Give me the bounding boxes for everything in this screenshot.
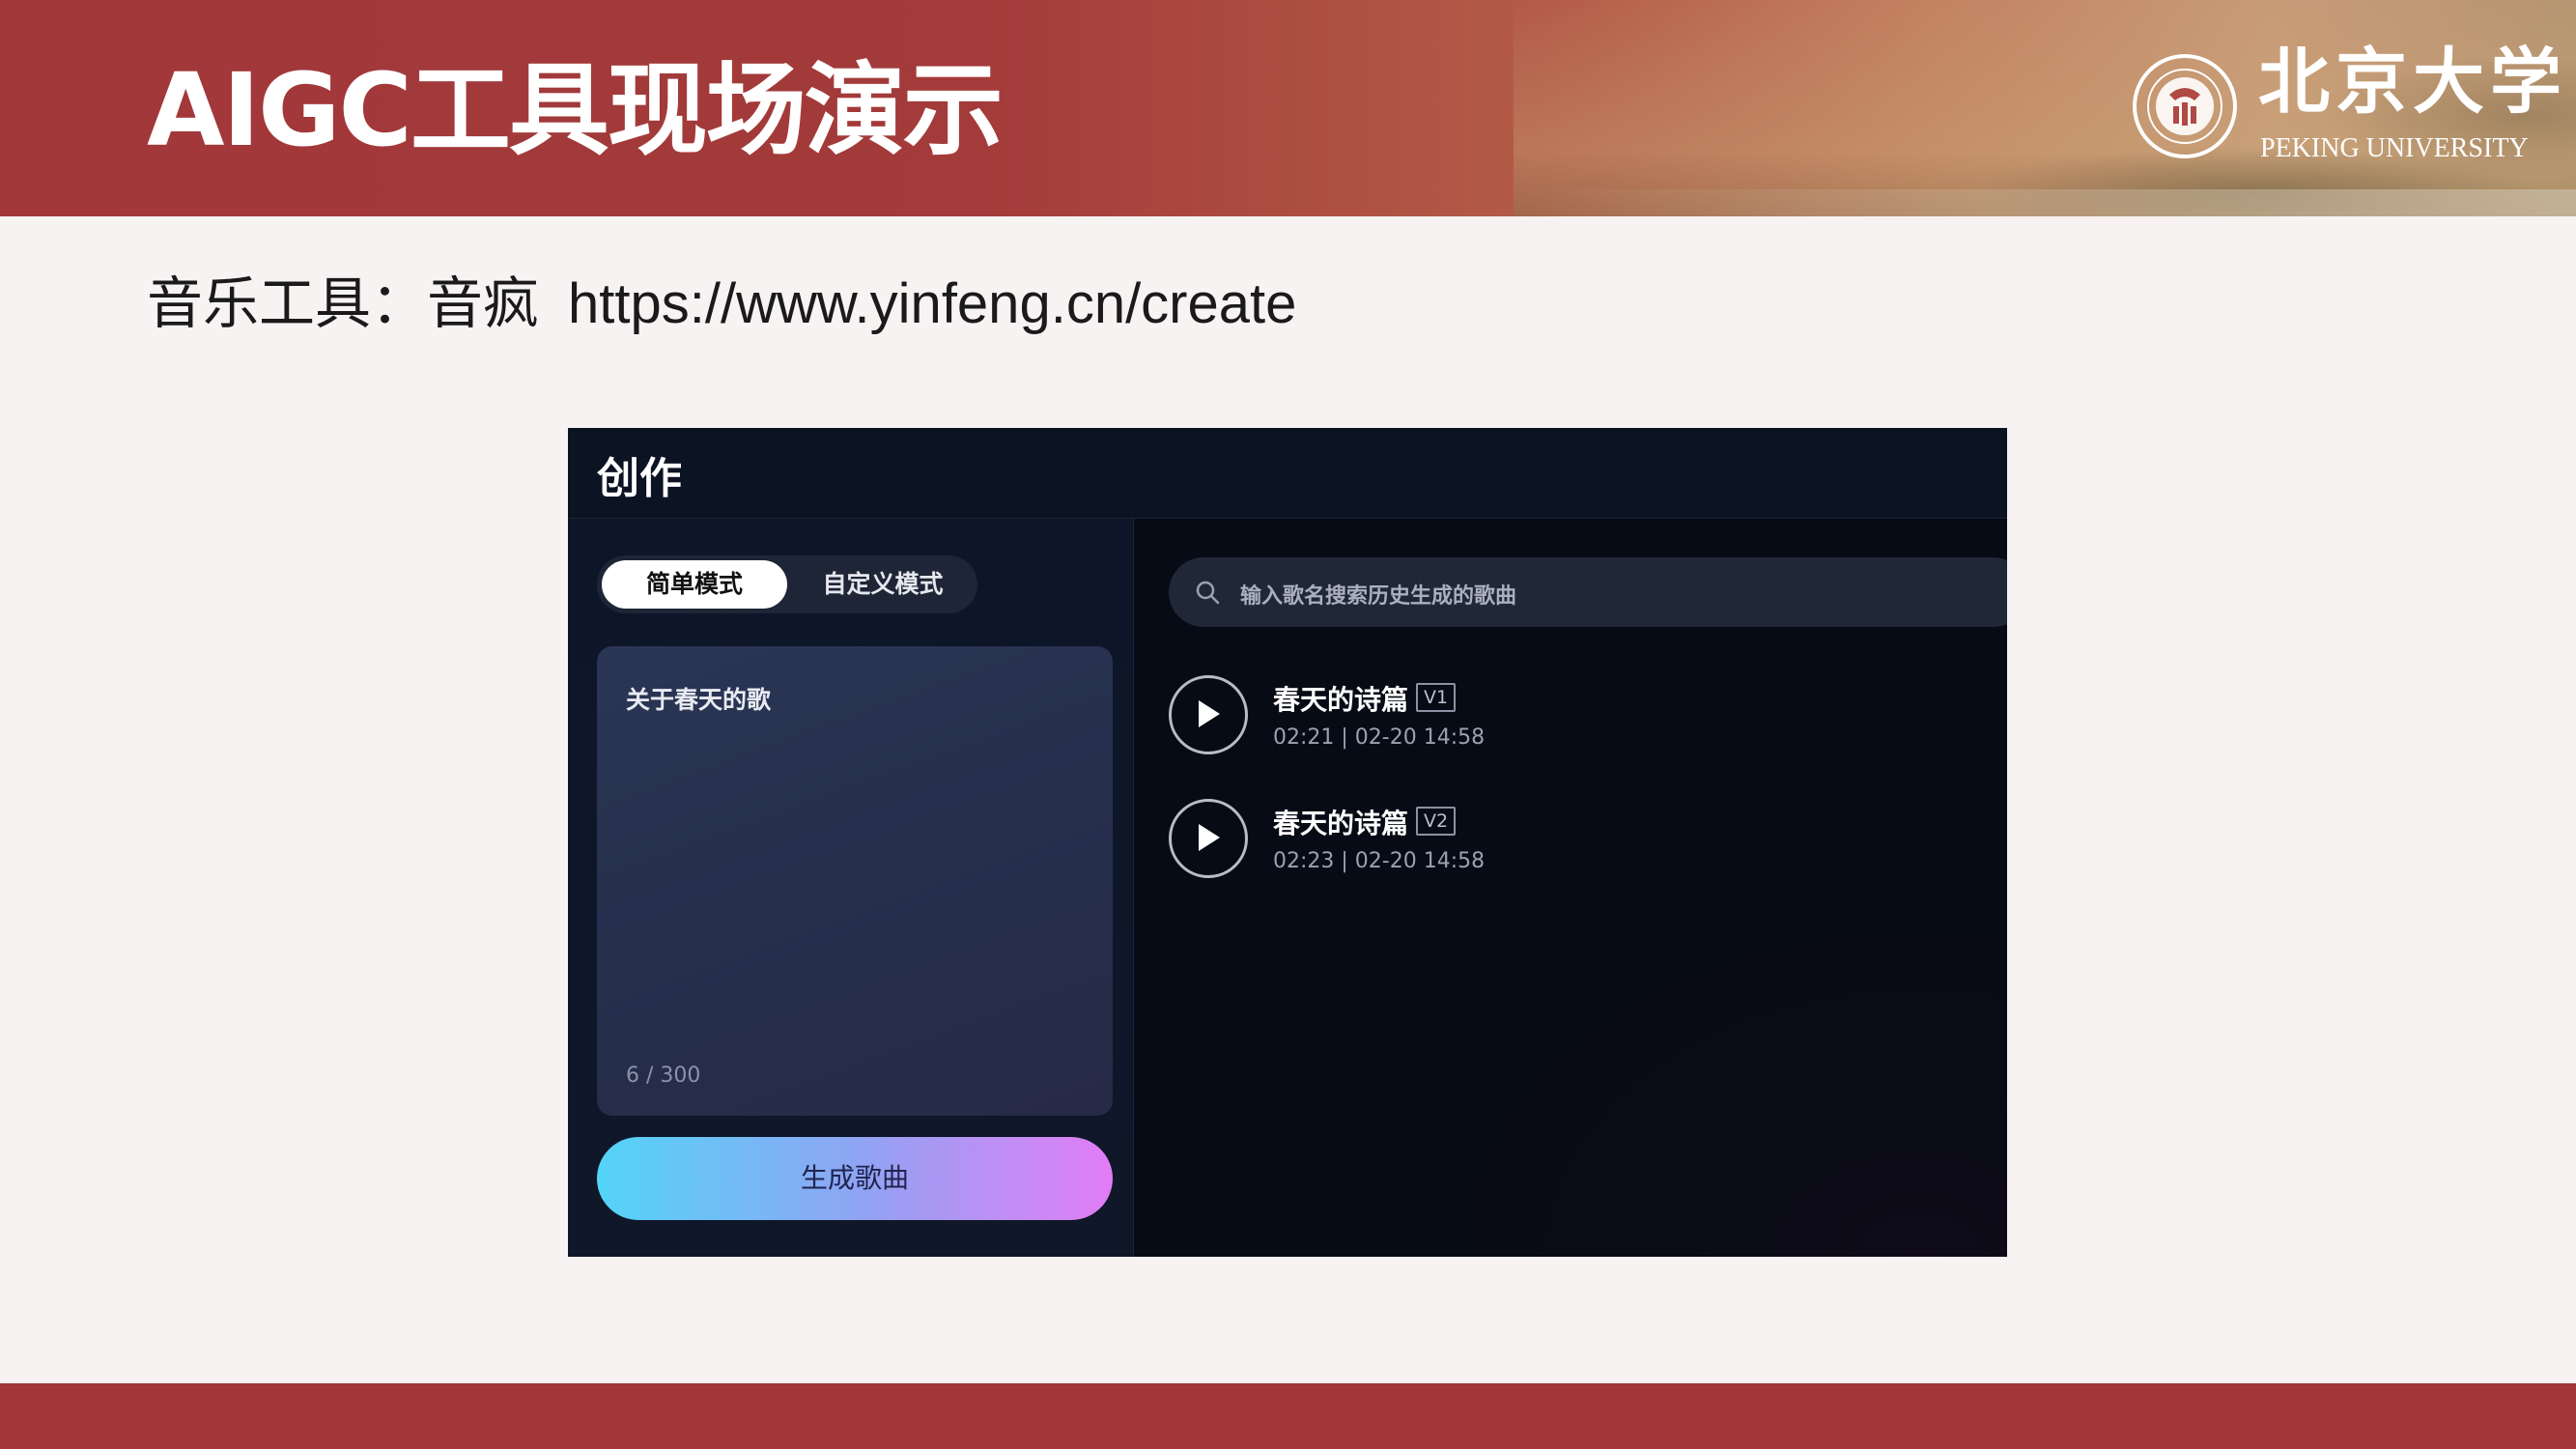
university-name-en: PEKING UNIVERSITY (2260, 133, 2529, 163)
search-input[interactable]: 输入歌名搜索历史生成的歌曲 (1169, 557, 2007, 627)
song-item[interactable]: 春天的诗篇 V1 02:21 | 02-20 14:58 (1169, 675, 1941, 762)
song-meta: 02:23 | 02-20 14:58 (1273, 849, 1486, 873)
play-icon (1199, 824, 1220, 851)
song-title: 春天的诗篇 (1273, 808, 1409, 839)
page-title: 创作 (597, 454, 682, 503)
create-panel: 简单模式 自定义模式 关于春天的歌 6 / 300 生成歌曲 (568, 519, 1134, 1257)
prompt-textarea[interactable]: 关于春天的歌 6 / 300 (597, 646, 1113, 1116)
slide-title: AIGC工具现场演示 (147, 51, 1004, 169)
play-button[interactable] (1169, 675, 1248, 754)
search-icon (1196, 581, 1220, 605)
pku-emblem-icon (2133, 54, 2237, 158)
footer-bar (0, 1383, 2576, 1449)
app-screenshot: 创作 简单模式 自定义模式 关于春天的歌 6 / 300 生成歌曲 输入歌名搜索… (568, 428, 2007, 1257)
song-item[interactable]: 春天的诗篇 V2 02:23 | 02-20 14:58 (1169, 799, 1941, 886)
app-header: 创作 (568, 428, 2007, 519)
tool-subtitle: 音乐工具：音疯 https://www.yinfeng.cn/create (147, 276, 1296, 332)
university-name-cn: 北京大学 (2258, 41, 2567, 124)
generate-song-button[interactable]: 生成歌曲 (597, 1137, 1113, 1220)
custom-mode-tab[interactable]: 自定义模式 (795, 560, 971, 609)
version-badge: V2 (1416, 807, 1457, 836)
mode-switch: 简单模式 自定义模式 (597, 555, 977, 613)
lake-reflection (1514, 189, 2576, 216)
prompt-value: 关于春天的歌 (626, 686, 772, 714)
tool-url-link[interactable]: https://www.yinfeng.cn/create (568, 272, 1296, 335)
song-title: 春天的诗篇 (1273, 684, 1409, 716)
history-panel: 输入歌名搜索历史生成的歌曲 春天的诗篇 V1 02:21 | 02-20 14:… (1134, 519, 2007, 1257)
play-button[interactable] (1169, 799, 1248, 878)
version-badge: V1 (1416, 683, 1457, 712)
tool-label: 音乐工具：音疯 (147, 272, 540, 335)
char-counter: 6 / 300 (626, 1064, 701, 1088)
simple-mode-tab[interactable]: 简单模式 (602, 560, 787, 609)
play-icon (1199, 700, 1220, 727)
search-placeholder: 输入歌名搜索历史生成的歌曲 (1240, 584, 1517, 609)
song-meta: 02:21 | 02-20 14:58 (1273, 725, 1486, 750)
